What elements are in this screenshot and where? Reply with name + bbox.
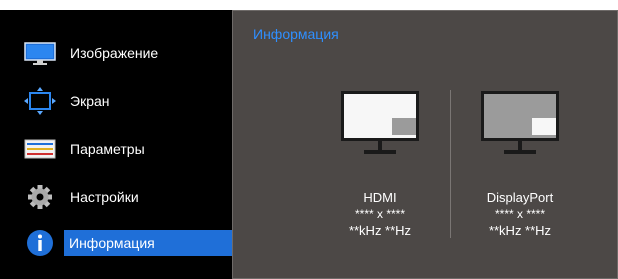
source-displayport: DisplayPort **** x **** **kHz **Hz bbox=[470, 90, 570, 238]
menu-item-label: Экран bbox=[70, 93, 110, 109]
source-name: DisplayPort bbox=[486, 190, 554, 205]
menu-item-parameters[interactable]: Параметры bbox=[0, 134, 232, 164]
menu-item-label: Изображение bbox=[70, 45, 159, 61]
monitor-icon bbox=[481, 91, 559, 154]
information-panel: Информация HDMI **** x **** **kHz **Hz D… bbox=[232, 10, 618, 279]
settings-sliders-icon bbox=[22, 134, 58, 164]
source-frequency: **kHz **Hz bbox=[488, 223, 552, 238]
menu-item-information[interactable]: Информация bbox=[0, 228, 232, 258]
menu-item-picture[interactable]: Изображение bbox=[0, 38, 232, 68]
monitor-icon bbox=[341, 91, 419, 154]
source-hdmi: HDMI **** x **** **kHz **Hz bbox=[330, 90, 430, 238]
menu-item-label: Информация bbox=[69, 235, 155, 251]
source-resolution: **** x **** bbox=[494, 207, 546, 221]
gear-icon bbox=[22, 182, 58, 212]
panel-title: Информация bbox=[253, 26, 339, 42]
info-icon bbox=[22, 228, 58, 258]
display-icon bbox=[22, 38, 58, 68]
main-menu: Изображение Экран Параметры Настройки Ин… bbox=[0, 10, 232, 279]
menu-item-label: Настройки bbox=[70, 189, 139, 205]
menu-item-screen[interactable]: Экран bbox=[0, 86, 232, 116]
screen-size-icon bbox=[22, 86, 58, 116]
menu-item-settings[interactable]: Настройки bbox=[0, 182, 232, 212]
menu-item-label: Параметры bbox=[70, 141, 145, 157]
